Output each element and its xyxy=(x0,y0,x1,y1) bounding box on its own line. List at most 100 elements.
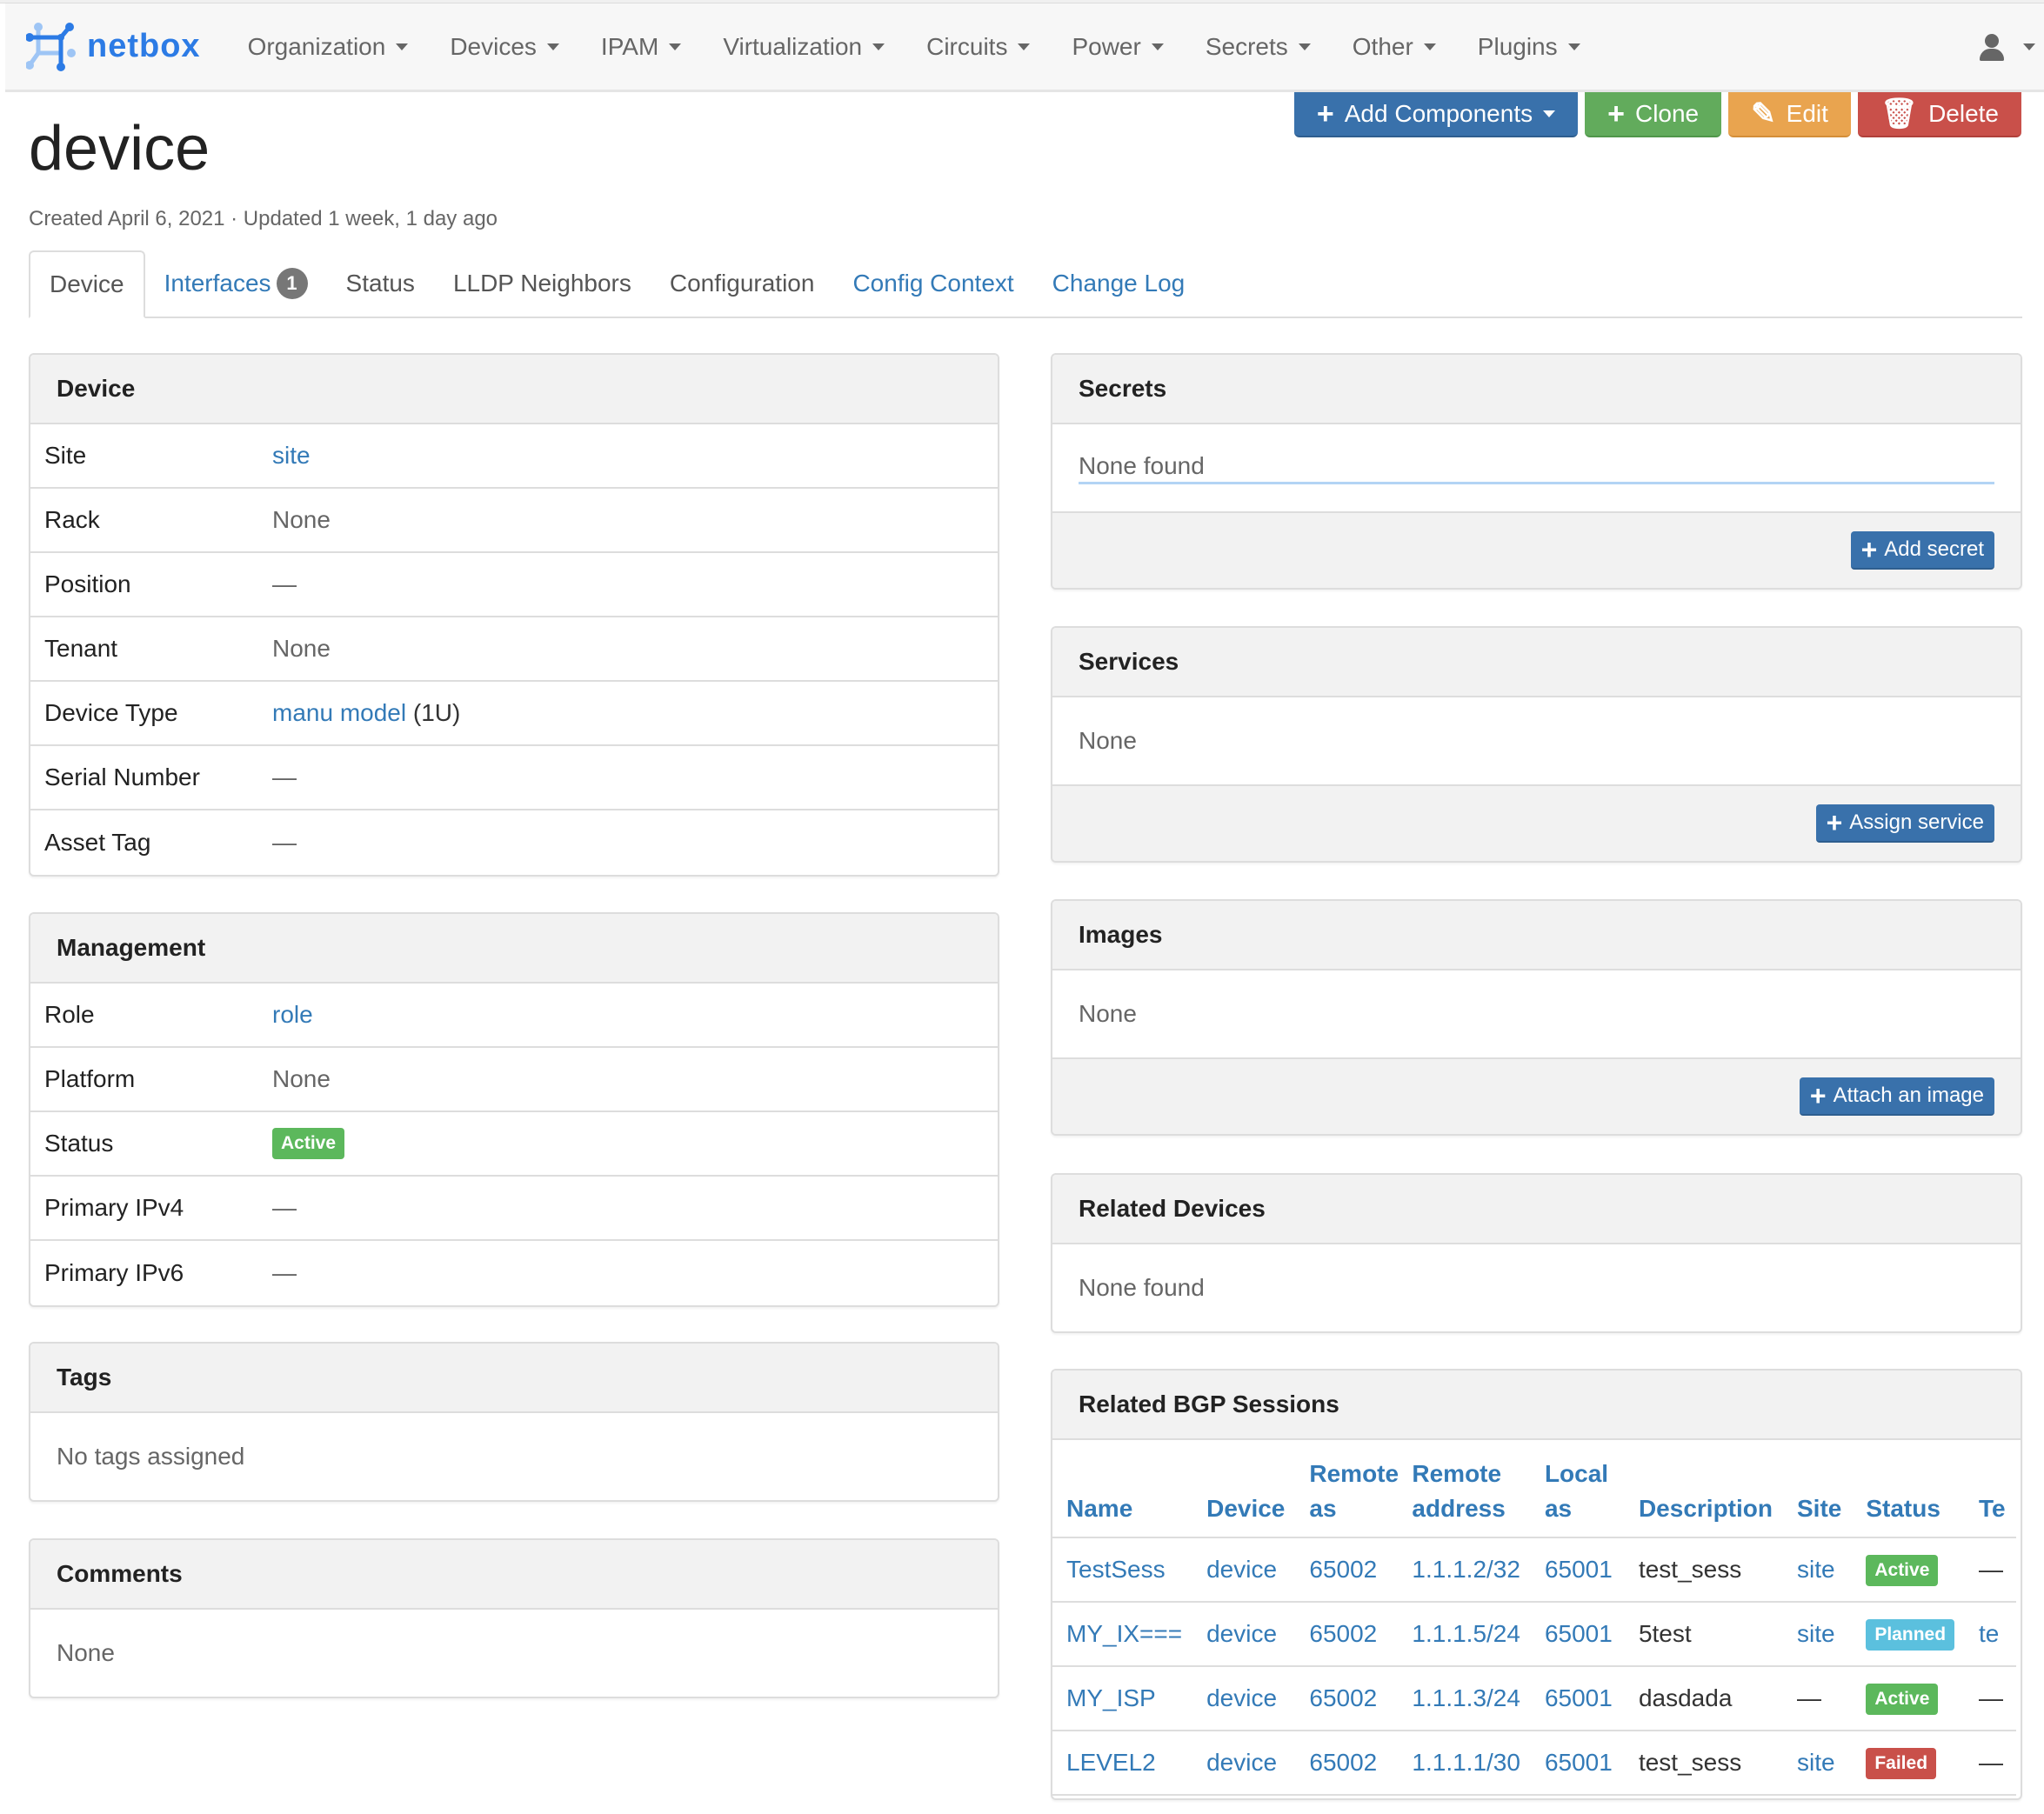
bgp-table-wrapper: Name Device Remote as Remote address Loc… xyxy=(1052,1440,2044,1800)
col-local-as[interactable]: Local as xyxy=(1530,1444,1625,1538)
table-row: TestSess device 65002 1.1.1.2/32 65001 t… xyxy=(1052,1537,2016,1603)
nav-label: Circuits xyxy=(926,32,1008,60)
attach-image-button[interactable]: + Attach an image xyxy=(1799,1077,1994,1116)
brand-logo[interactable]: netbox xyxy=(26,22,201,72)
device-link[interactable]: device xyxy=(1206,1749,1277,1776)
status-badge: Active xyxy=(1866,1554,1939,1586)
attr-label: Device Type xyxy=(44,699,178,726)
nav-label: Plugins xyxy=(1477,32,1558,60)
site-link[interactable]: site xyxy=(272,442,311,470)
col-device[interactable]: Device xyxy=(1192,1444,1296,1538)
nav-other[interactable]: Other xyxy=(1353,33,1436,61)
site-link[interactable]: site xyxy=(1797,1556,1835,1583)
attr-value: None xyxy=(272,1065,331,1092)
col-tenant[interactable]: Te xyxy=(1965,1444,2016,1538)
local-as-link[interactable]: 65001 xyxy=(1545,1620,1613,1647)
attr-row-device-type: Device Type manu model (1U) xyxy=(30,682,998,746)
col-remote-address[interactable]: Remote address xyxy=(1398,1444,1531,1538)
table-row: MY_IX=== device 65002 1.1.1.5/24 65001 5… xyxy=(1052,1602,2016,1667)
table-header-row: Name Device Remote as Remote address Loc… xyxy=(1052,1444,2016,1538)
add-secret-button[interactable]: + Add secret xyxy=(1850,531,1994,570)
panel-heading: Secrets xyxy=(1052,355,2021,424)
add-components-button[interactable]: + Add Components xyxy=(1293,92,1579,137)
nav-ipam[interactable]: IPAM xyxy=(601,33,682,61)
col-site[interactable]: Site xyxy=(1782,1444,1853,1538)
col-name[interactable]: Name xyxy=(1052,1444,1193,1538)
remote-as-link[interactable]: 65002 xyxy=(1309,1620,1377,1647)
caret-down-icon xyxy=(1018,43,1031,50)
remote-address-link[interactable]: 1.1.1.3/24 xyxy=(1412,1684,1520,1711)
tenant-link[interactable]: te xyxy=(1979,1620,1999,1647)
local-as-link[interactable]: 65001 xyxy=(1545,1556,1613,1583)
site-link[interactable]: site xyxy=(1797,1620,1835,1647)
remote-as-link[interactable]: 65002 xyxy=(1309,1556,1377,1583)
bgp-sessions-table: Name Device Remote as Remote address Loc… xyxy=(1052,1444,2016,1796)
local-as-link[interactable]: 65001 xyxy=(1545,1684,1613,1711)
remote-as-link[interactable]: 65002 xyxy=(1309,1684,1377,1711)
tab-label: Interfaces xyxy=(164,270,271,297)
device-type-link[interactable]: manu model xyxy=(272,699,406,727)
status-badge: Planned xyxy=(1866,1618,1955,1651)
col-status[interactable]: Status xyxy=(1852,1444,1966,1538)
session-name-link[interactable]: MY_IX=== xyxy=(1066,1620,1182,1647)
remote-address-link[interactable]: 1.1.1.2/32 xyxy=(1412,1556,1520,1583)
remote-address-link[interactable]: 1.1.1.5/24 xyxy=(1412,1620,1520,1647)
attr-label: Status xyxy=(44,1130,114,1157)
device-link[interactable]: device xyxy=(1206,1556,1277,1583)
edit-button[interactable]: ✎ Edit xyxy=(1728,92,1851,137)
attr-value: — xyxy=(272,570,297,597)
interfaces-count-badge: 1 xyxy=(276,268,308,299)
session-name-link[interactable]: TestSess xyxy=(1066,1556,1166,1583)
device-link[interactable]: device xyxy=(1206,1684,1277,1711)
tenant-cell: — xyxy=(1965,1666,2016,1731)
nav-devices[interactable]: Devices xyxy=(450,33,559,61)
tab-device[interactable]: Device xyxy=(29,250,145,318)
plus-icon: + xyxy=(1316,97,1334,130)
nav-circuits[interactable]: Circuits xyxy=(926,32,1031,61)
tab-lldp-neighbors[interactable]: LLDP Neighbors xyxy=(434,250,651,317)
role-link[interactable]: role xyxy=(272,1001,313,1029)
user-menu[interactable] xyxy=(1976,31,2035,63)
nav-label: Organization xyxy=(247,32,386,60)
remote-address-link[interactable]: 1.1.1.1/30 xyxy=(1412,1749,1520,1776)
site-link[interactable]: site xyxy=(1797,1749,1835,1776)
trash-icon: 🗑 xyxy=(1880,97,1919,130)
services-empty-text: None xyxy=(1079,727,1137,754)
panel-heading: Comments xyxy=(30,1540,998,1610)
navbar: netbox Organization Devices IPAM Virtual… xyxy=(5,3,2044,92)
nav-plugins[interactable]: Plugins xyxy=(1478,33,1580,61)
nav-secrets[interactable]: Secrets xyxy=(1206,33,1311,61)
session-name-link[interactable]: LEVEL2 xyxy=(1066,1749,1156,1776)
caret-down-icon xyxy=(1567,43,1580,50)
nav-organization[interactable]: Organization xyxy=(248,33,409,61)
clone-button[interactable]: + Clone xyxy=(1585,92,1722,137)
col-remote-as[interactable]: Remote as xyxy=(1295,1444,1399,1538)
session-name-link[interactable]: MY_ISP xyxy=(1066,1684,1156,1711)
tab-config-context[interactable]: Config Context xyxy=(833,250,1032,317)
nav-virtualization[interactable]: Virtualization xyxy=(723,33,885,61)
attr-value: — xyxy=(272,1259,297,1286)
tab-configuration[interactable]: Configuration xyxy=(651,250,834,317)
local-as-link[interactable]: 65001 xyxy=(1545,1749,1613,1776)
device-type-height: (1U) xyxy=(412,699,461,726)
page-title: device xyxy=(29,114,210,183)
assign-service-button[interactable]: + Assign service xyxy=(1815,804,1994,843)
tab-label: Device xyxy=(50,270,124,297)
description-cell: 5test xyxy=(1624,1602,1783,1667)
attr-label: Primary IPv4 xyxy=(44,1194,184,1221)
plus-icon: + xyxy=(1607,97,1625,130)
tab-change-log[interactable]: Change Log xyxy=(1033,250,1205,317)
col-description[interactable]: Description xyxy=(1624,1444,1783,1538)
tab-interfaces[interactable]: Interfaces 1 xyxy=(145,250,327,317)
remote-as-link[interactable]: 65002 xyxy=(1309,1749,1377,1776)
nav-power[interactable]: Power xyxy=(1072,32,1164,61)
device-panel: Device Site site Rack None Position — Tenan… xyxy=(29,353,999,877)
tags-empty-text: No tags assigned xyxy=(57,1443,245,1470)
device-link[interactable]: device xyxy=(1206,1620,1277,1647)
attr-label: Primary IPv6 xyxy=(44,1259,184,1286)
nav-label: Power xyxy=(1072,32,1141,60)
pencil-icon: ✎ xyxy=(1751,97,1776,130)
attr-value: — xyxy=(272,764,297,790)
tab-status[interactable]: Status xyxy=(327,250,434,317)
delete-button[interactable]: 🗑 Delete xyxy=(1857,92,2021,137)
